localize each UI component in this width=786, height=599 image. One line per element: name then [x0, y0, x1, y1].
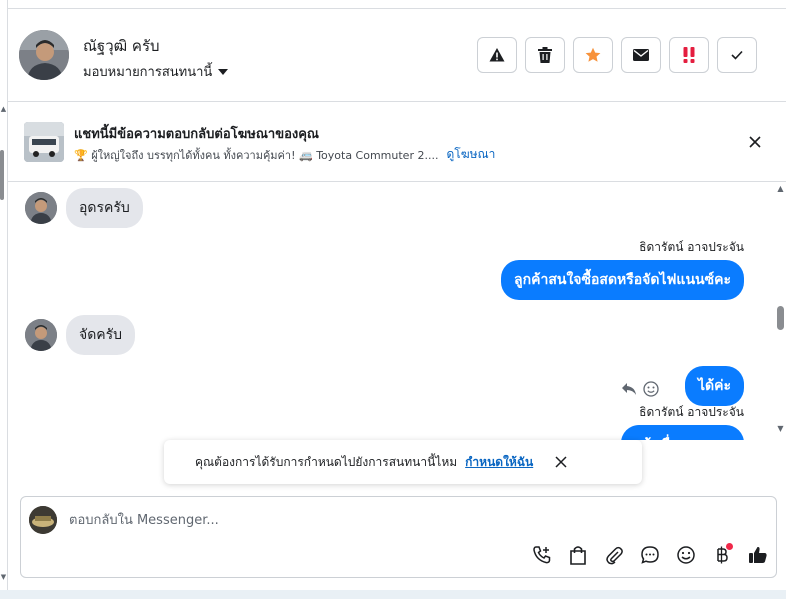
message-bubble-outgoing[interactable]: แจ้งเรื่องเอกสาร [620, 425, 744, 440]
spam-button[interactable] [669, 37, 709, 73]
thumbs-up-icon [749, 546, 767, 563]
message-bubble-outgoing[interactable]: ลูกค้าสนใจซื้อสดหรือจัดไฟแนนซ์คะ [501, 260, 744, 300]
phone-add-icon [533, 546, 551, 564]
reply-input[interactable] [69, 509, 749, 531]
scrollbar-thumb[interactable] [777, 306, 784, 330]
smiley-icon [677, 546, 695, 564]
caret-down-icon [218, 68, 229, 75]
view-ad-link[interactable]: ดูโฆษณา [446, 145, 495, 164]
scroll-up-arrow[interactable]: ▲ [774, 184, 786, 193]
delete-button[interactable] [525, 37, 565, 73]
ad-thumbnail[interactable] [24, 122, 64, 162]
warning-icon [489, 48, 505, 62]
reply-composer [20, 496, 777, 578]
payment-button[interactable] [710, 543, 734, 567]
outer-scrollbar-thumb[interactable] [0, 150, 4, 200]
mark-unread-button[interactable] [621, 37, 661, 73]
report-button[interactable] [477, 37, 517, 73]
window-bottom-bar [0, 590, 786, 599]
star-icon [585, 47, 601, 62]
attach-button[interactable] [602, 543, 626, 567]
like-button[interactable] [746, 543, 770, 567]
contact-name: ณัฐวุฒิ ครับ [83, 37, 160, 55]
assign-to-me-link[interactable]: กำหนดให้ฉัน [465, 453, 533, 472]
outer-scroll-up-arrow[interactable]: ▲ [0, 104, 7, 114]
chat-bubble-icon [641, 546, 659, 564]
close-ad-banner-button[interactable] [745, 132, 765, 152]
emoji-button[interactable] [674, 543, 698, 567]
page-avatar [29, 506, 57, 534]
sender-avatar[interactable] [25, 192, 57, 224]
assign-prompt-text: คุณต้องการได้รับการกำหนดไปยังการสนทนานี้… [195, 454, 458, 469]
ad-banner-title: แชทนี้มีข้อความตอบกลับต่อโฆษณาของคุณ [74, 127, 319, 142]
star-button[interactable] [573, 37, 613, 73]
shop-button[interactable] [566, 543, 590, 567]
paperclip-icon [606, 546, 623, 565]
close-icon [749, 136, 761, 148]
assign-conversation-dropdown[interactable]: มอบหมายการสนทนานี้ [83, 61, 229, 82]
trash-icon [538, 47, 552, 63]
assign-label: มอบหมายการสนทนานี้ [83, 65, 213, 80]
message-hover-tools [621, 381, 659, 397]
exclamation-icon [683, 47, 695, 63]
message-bubble[interactable]: อุดรครับ [66, 188, 143, 228]
close-toast-button[interactable] [553, 454, 569, 470]
scroll-down-arrow[interactable]: ▼ [774, 424, 786, 433]
done-button[interactable] [717, 37, 757, 73]
header-actions [477, 37, 757, 73]
sender-name: ธิดารัตน์ อาจประจัน [639, 240, 744, 254]
message-incoming: อุดรครับ [25, 188, 143, 228]
reply-icon[interactable] [621, 382, 637, 396]
message-thread[interactable]: อุดรครับ ธิดารัตน์ อาจประจัน ลูกค้าสนใจซ… [8, 182, 772, 440]
assign-prompt-toast: คุณต้องการได้รับการกำหนดไปยังการสนทนานี้… [164, 440, 642, 484]
notification-dot [726, 543, 733, 550]
envelope-icon [633, 49, 649, 61]
outer-scroll-down-arrow[interactable]: ▼ [0, 572, 7, 582]
ad-banner-subtitle: 🏆 ผู้ใหญ่ใจถึง บรรทุกได้ทั้งคน ทั้งความค… [74, 145, 495, 164]
check-icon [731, 50, 743, 60]
sender-name: ธิดารัตน์ อาจประจัน [639, 405, 744, 419]
message-bubble[interactable]: จัดครับ [66, 315, 136, 355]
close-icon [555, 456, 567, 468]
conversation-header: ณัฐวุฒิ ครับ มอบหมายการสนทนานี้ [8, 8, 786, 102]
contact-avatar[interactable] [19, 30, 69, 80]
thread-scrollbar[interactable]: ▲ ▼ [774, 182, 786, 440]
emoji-react-icon[interactable] [643, 381, 659, 397]
message-incoming: จัดครับ [25, 315, 136, 355]
composer-toolbar [530, 543, 770, 567]
call-button[interactable] [530, 543, 554, 567]
message-bubble-outgoing[interactable]: ได้ค่ะ [684, 366, 744, 406]
saved-replies-button[interactable] [638, 543, 662, 567]
shopping-bag-icon [570, 546, 586, 565]
sender-avatar[interactable] [25, 319, 57, 351]
ad-description: 🏆 ผู้ใหญ่ใจถึง บรรทุกได้ทั้งคน ทั้งความค… [74, 148, 439, 162]
conversation-panel: ณัฐวุฒิ ครับ มอบหมายการสนทนานี้ แชทนี้มี… [7, 0, 786, 590]
ad-reply-banner: แชทนี้มีข้อความตอบกลับต่อโฆษณาของคุณ 🏆 ผ… [8, 102, 786, 182]
